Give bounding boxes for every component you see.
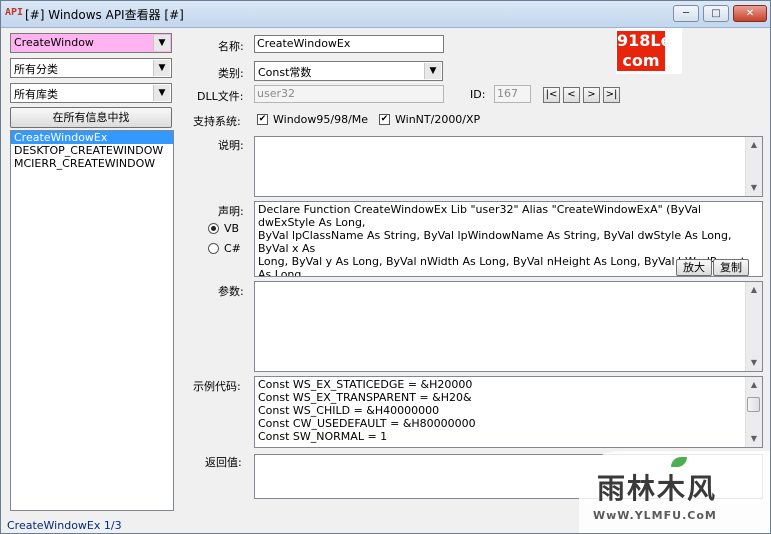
dropdown-arrow-icon[interactable]: ▼ — [153, 85, 170, 101]
lang-vb-label: VB — [224, 222, 240, 235]
category-combo[interactable]: 所有分类 ▼ — [10, 58, 172, 78]
type-value: Const常数 — [258, 66, 312, 79]
params-scrollbar[interactable]: ▲ ▼ — [745, 282, 762, 371]
decl-label: 声明: — [218, 205, 244, 218]
dll-field[interactable]: user32 — [254, 85, 444, 103]
maximize-button[interactable]: □ — [703, 5, 729, 22]
name-field[interactable]: CreateWindowEx — [254, 35, 444, 53]
app-window: API [#] Windows API查看器 [#] ─ □ ✕ CreateW… — [0, 0, 771, 534]
watermark-url: WwW.YLMFU.CoM — [593, 509, 717, 522]
params-label: 参数: — [218, 285, 244, 298]
logo-line2: com — [617, 51, 665, 71]
os-nt-checkbox[interactable]: ✔ — [379, 114, 390, 125]
zoom-button[interactable]: 放大 — [676, 259, 712, 276]
scroll-up-icon[interactable]: ▲ — [748, 139, 760, 151]
example-memo[interactable]: Const WS_EX_STATICEDGE = &H20000 Const W… — [254, 376, 763, 448]
minimize-icon: ─ — [682, 8, 690, 19]
return-label: 返回值: — [205, 456, 242, 469]
search-value: CreateWindow — [14, 36, 94, 49]
dll-label: DLL文件: — [197, 90, 244, 103]
id-label: ID: — [470, 88, 486, 101]
watermark: 雨林木风 WwW.YLMFU.CoM — [579, 451, 770, 533]
os-nt-label: WinNT/2000/XP — [395, 113, 481, 126]
result-list[interactable]: CreateWindowEx DESKTOP_CREATEWINDOW MCIERR… — [10, 130, 174, 511]
lang-cs-radio[interactable] — [208, 243, 219, 254]
scroll-down-icon[interactable]: ▼ — [748, 357, 760, 369]
decl-memo[interactable]: Declare Function CreateWindowEx Lib "use… — [254, 201, 763, 277]
example-scrollbar[interactable]: ▲ ▼ — [745, 377, 762, 447]
title-bar[interactable]: API [#] Windows API查看器 [#] ─ □ ✕ — [1, 1, 770, 28]
list-item[interactable]: MCIERR_CREATEWINDOW — [11, 157, 173, 170]
minimize-button[interactable]: ─ — [673, 5, 699, 22]
window-title: [#] Windows API查看器 [#] — [25, 8, 184, 22]
name-label: 名称: — [218, 40, 244, 53]
desc-scrollbar[interactable]: ▲ ▼ — [745, 137, 762, 196]
type-label: 类别: — [218, 67, 244, 80]
scroll-up-icon[interactable]: ▲ — [748, 284, 760, 296]
dropdown-arrow-icon[interactable]: ▼ — [153, 60, 170, 76]
prev-record-button[interactable]: < — [563, 87, 580, 103]
search-combo[interactable]: CreateWindow ▼ — [10, 33, 172, 53]
category-value: 所有分类 — [14, 63, 58, 76]
first-record-button[interactable]: |< — [543, 87, 560, 103]
maximize-icon: □ — [711, 8, 721, 19]
example-label: 示例代码: — [193, 380, 241, 393]
dropdown-arrow-icon[interactable]: ▼ — [424, 63, 441, 79]
example-text: Const WS_EX_STATICEDGE = &H20000 Const W… — [258, 378, 476, 443]
918le-logo: 918Le com — [616, 28, 682, 74]
list-item[interactable]: DESKTOP_CREATEWINDOW — [11, 144, 173, 157]
last-record-button[interactable]: >| — [603, 87, 620, 103]
close-icon: ✕ — [745, 8, 755, 19]
library-combo[interactable]: 所有库类 ▼ — [10, 83, 172, 103]
watermark-main: 雨林木风 — [597, 472, 718, 505]
desc-label: 说明: — [218, 139, 244, 152]
search-all-button[interactable]: 在所有信息中找 — [10, 107, 172, 128]
close-button[interactable]: ✕ — [733, 5, 767, 22]
os-label: 支持系统: — [193, 115, 241, 128]
type-combo[interactable]: Const常数 ▼ — [254, 61, 443, 81]
library-value: 所有库类 — [14, 88, 58, 101]
scroll-thumb[interactable] — [747, 397, 760, 412]
next-record-button[interactable]: > — [583, 87, 600, 103]
logo-line1: 918Le — [617, 31, 672, 51]
list-item[interactable]: CreateWindowEx — [11, 131, 173, 144]
scroll-down-icon[interactable]: ▼ — [748, 182, 760, 194]
desc-memo[interactable]: ▲ ▼ — [254, 136, 763, 197]
id-field[interactable]: 167 — [494, 85, 531, 103]
scroll-up-icon[interactable]: ▲ — [748, 379, 760, 391]
os-9x-label: Window95/98/Me — [273, 113, 369, 126]
os-9x-checkbox[interactable]: ✔ — [257, 114, 268, 125]
radio-selected-dot — [211, 226, 216, 231]
params-memo[interactable]: ▲ ▼ — [254, 281, 763, 372]
scroll-down-icon[interactable]: ▼ — [748, 433, 760, 445]
lang-cs-label: C# — [224, 242, 241, 255]
lang-vb-radio[interactable] — [208, 223, 219, 234]
leaf-icon — [671, 457, 687, 467]
dropdown-arrow-icon[interactable]: ▼ — [153, 35, 170, 51]
app-icon: API — [5, 7, 24, 18]
status-text: CreateWindowEx 1/3 — [7, 519, 122, 532]
copy-button[interactable]: 复制 — [713, 259, 749, 276]
